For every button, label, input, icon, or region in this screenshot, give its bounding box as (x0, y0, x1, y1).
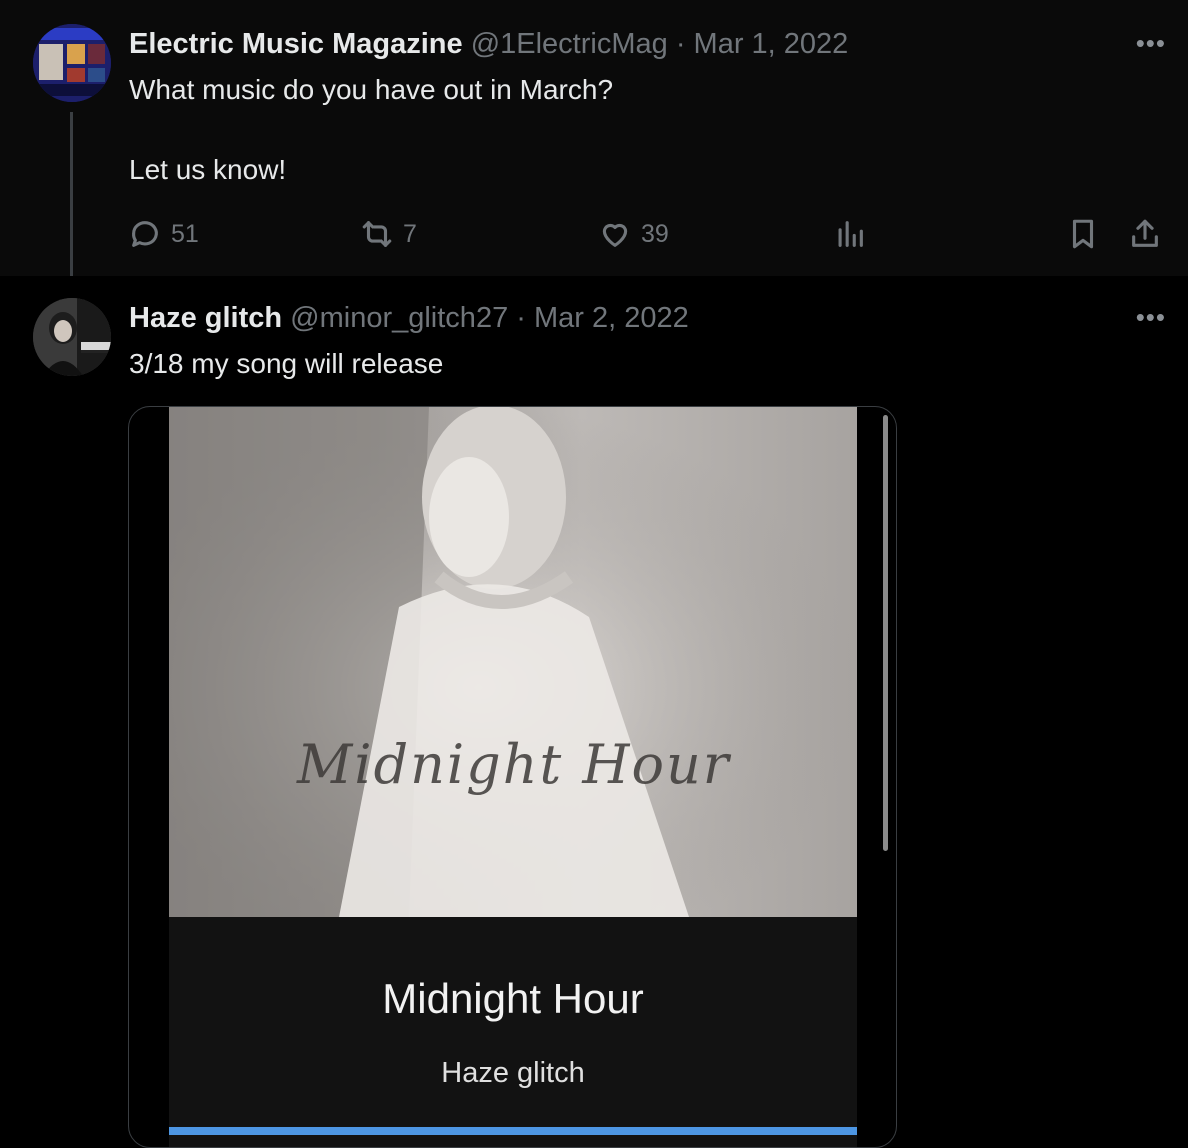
tweet-date[interactable]: Mar 1, 2022 (694, 28, 849, 60)
repost-button[interactable]: 7 (360, 216, 417, 252)
views-button[interactable] (833, 216, 867, 252)
tweet-header: Haze glitch @minor_glitch27 · Mar 2, 202… (129, 302, 689, 335)
chat-bubble-icon (132, 221, 158, 247)
meta-separator: · (675, 28, 686, 60)
tweet-date[interactable]: Mar 2, 2022 (534, 302, 689, 334)
avatar[interactable] (33, 298, 111, 376)
cover-script-title: Midnight Hour (297, 733, 731, 796)
avatar[interactable] (33, 24, 111, 102)
author-name[interactable]: Electric Music Magazine (129, 28, 463, 60)
heart-icon (602, 223, 628, 247)
author-handle[interactable]: @1ElectricMag (471, 28, 668, 60)
more-dots-icon[interactable]: ••• (1136, 28, 1166, 59)
media-card[interactable]: Midnight Hour Midnight Hour Haze glitch (128, 406, 897, 1148)
meta-separator: · (516, 302, 526, 334)
share-button[interactable] (1128, 216, 1162, 252)
bar-chart-icon (838, 221, 863, 247)
song-artist: Haze glitch (441, 1057, 585, 1089)
bookmark-icon (1072, 219, 1094, 249)
haze-glitch-avatar-image (33, 298, 111, 376)
repost-arrows-icon (362, 221, 392, 247)
magazine-avatar-image (33, 24, 111, 102)
tweet-text-line: 3/18 my song will release (129, 348, 444, 379)
author-name[interactable]: Haze glitch (129, 302, 282, 334)
thread-connector-line (70, 112, 73, 290)
song-title: Midnight Hour (382, 975, 644, 1022)
tweet-text-line: Let us know! (129, 154, 287, 185)
more-dots-icon[interactable]: ••• (1136, 302, 1166, 333)
like-button[interactable]: 39 (598, 216, 669, 252)
song-info-panel: Midnight Hour Haze glitch (169, 917, 857, 1147)
reply-count: 51 (171, 219, 199, 248)
tweet-header: Electric Music Magazine @1ElectricMag · … (129, 28, 848, 61)
reply-button[interactable]: 51 (128, 216, 199, 252)
progress-bar (169, 1127, 857, 1135)
share-upload-icon (1132, 219, 1158, 247)
scrollbar[interactable] (883, 415, 888, 851)
repost-count: 7 (403, 219, 417, 248)
album-cover-image[interactable]: Midnight Hour (169, 407, 857, 917)
like-count: 39 (641, 219, 669, 248)
author-handle[interactable]: @minor_glitch27 (290, 302, 508, 334)
portrait-figure (169, 407, 857, 917)
bookmark-button[interactable] (1066, 216, 1100, 252)
tweet-text-line: What music do you have out in March? (129, 74, 614, 105)
